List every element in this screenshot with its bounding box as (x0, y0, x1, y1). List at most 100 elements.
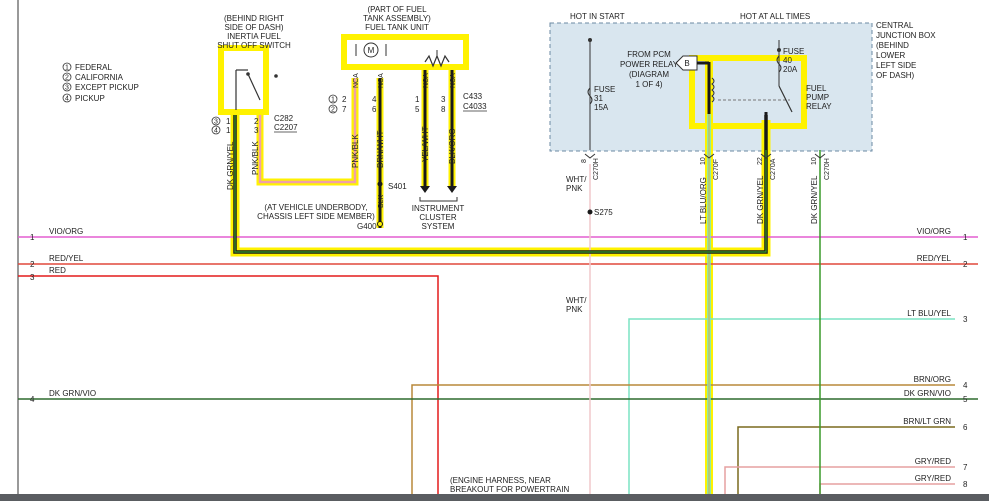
legend-pickup: PICKUP (75, 94, 105, 103)
relay-line-2: PUMP (806, 93, 829, 102)
c270h-label-b: C270H (824, 158, 831, 180)
ground-g400-label: G400 (357, 222, 377, 231)
fuel-tank-pin-b1: 7 (342, 105, 347, 114)
fuse-31-node (588, 38, 592, 42)
c270f-pin-10: 10 (700, 157, 707, 165)
right-circuit-8-label: GRY/RED (915, 474, 952, 483)
left-circuit-1-label: VIO/ORG (49, 227, 83, 236)
fuel-tank-conn-c4033: C4033 (463, 102, 487, 111)
c270f-label: C270F (713, 159, 720, 180)
inertia-wire-left-label: DK GRN/YEL (226, 141, 235, 190)
inertia-pin-right-b: 3 (254, 126, 259, 135)
right-circuit-8-num: 8 (963, 480, 968, 489)
left-circuit-4-label: DK GRN/VIO (49, 389, 96, 398)
junction-title-3: (BEHIND (876, 41, 909, 50)
fuel-tank-nca-4: NCA (450, 73, 457, 88)
legend-num-4: 4 (65, 96, 69, 103)
inertia-pin-right-a: 2 (254, 117, 259, 126)
fuel-tank-cond-a: 1 (331, 97, 335, 104)
inertia-line-1: (BEHIND RIGHT (224, 14, 284, 23)
right-circuit-5-num: 5 (963, 395, 968, 404)
fuel-tank-pin-a4: 3 (441, 95, 446, 104)
inertia-pin-left-a: 1 (226, 117, 231, 126)
left-circuit-3-num: 3 (30, 273, 35, 282)
legend-california: CALIFORNIA (75, 73, 124, 82)
right-circuit-3-num: 3 (963, 315, 968, 324)
legend-except-pickup: EXCEPT PICKUP (75, 83, 139, 92)
fuel-tank-pin-a3: 1 (415, 95, 420, 104)
c270a-label: C270A (770, 158, 777, 180)
right-circuit-7-num: 7 (963, 463, 968, 472)
legend-num-1: 1 (65, 65, 69, 72)
junction-title-2: JUNCTION BOX (876, 31, 936, 40)
harness-line-1: (ENGINE HARNESS, NEAR (450, 476, 551, 485)
fuse-31-number: 31 (594, 94, 603, 103)
pcm-line-4: 1 OF 4) (635, 80, 662, 89)
fuel-tank-pin-a2: 4 (372, 95, 377, 104)
splice-s275 (587, 209, 593, 215)
wht-pnk-top-1: WHT/ (566, 175, 587, 184)
pcm-line-1: FROM PCM (627, 50, 671, 59)
right-circuit-1-label: VIO/ORG (917, 227, 951, 236)
inertia-line-4: SHUT OFF SWITCH (217, 41, 291, 50)
right-circuit-1-num: 1 (963, 233, 968, 242)
right-circuit-5-label: DK GRN/VIO (904, 389, 951, 398)
wht-pnk-mid-1: WHT/ (566, 296, 587, 305)
inertia-conn-c282: C282 (274, 114, 294, 123)
inertia-cond-3: 3 (214, 119, 218, 126)
c270a-pin-22: 22 (757, 157, 764, 165)
inertia-line-3: INERTIA FUEL (227, 32, 281, 41)
fuse-40-number: 40 (783, 56, 792, 65)
c270h-label-a: C270H (593, 158, 600, 180)
fuel-tank-wire-brn-wht: BRN/WHT (376, 131, 385, 168)
inertia-pin-left-b: 1 (226, 126, 231, 135)
fuel-tank-line-2: TANK ASSEMBLY) (363, 14, 431, 23)
fuel-tank-pin-b3: 5 (415, 105, 420, 114)
cluster-line-3: SYSTEM (422, 222, 455, 231)
fuel-tank-pin-b4: 8 (441, 105, 446, 114)
hot-at-all-times-label: HOT AT ALL TIMES (740, 12, 810, 21)
right-circuit-3-label: LT BLU/YEL (907, 309, 951, 318)
fuel-tank-pin-a1: 2 (342, 95, 347, 104)
right-circuit-2-num: 2 (963, 260, 968, 269)
junction-title-6: OF DASH) (876, 71, 915, 80)
c270h-pin-10: 10 (811, 157, 818, 165)
left-circuit-4-num: 4 (30, 395, 35, 404)
inertia-line-2: SIDE OF DASH) (224, 23, 283, 32)
splice-s275-label: S275 (594, 208, 613, 217)
fuel-tank-pin-b2: 6 (372, 105, 377, 114)
fuse-31-rating: 15A (594, 103, 609, 112)
fuse-31-label: FUSE (594, 85, 615, 94)
c270h-pin-8: 8 (581, 159, 588, 163)
ground-line-2: CHASSIS LEFT SIDE MEMBER) (257, 212, 375, 221)
fuel-pump-motor-label: M (368, 46, 375, 55)
legend-num-2: 2 (65, 75, 69, 82)
fuel-tank-conn-c433: C433 (463, 92, 483, 101)
lt-blu-org-label: LT BLU/ORG (699, 177, 708, 224)
fuel-tank-wire-blk-org: BLK/ORG (448, 128, 457, 164)
junction-title-1: CENTRAL (876, 21, 914, 30)
fuel-tank-nca-1: NCA (353, 73, 360, 88)
inertia-pivot (246, 72, 250, 76)
cluster-line-1: INSTRUMENT (412, 204, 465, 213)
fuse-40-node (777, 48, 781, 52)
left-circuit-3-label: RED (49, 266, 66, 275)
window-bottom-edge (0, 494, 989, 501)
inertia-wire-right-label: PNK/BLK (251, 141, 260, 175)
fuel-tank-nca-2: NCA (378, 73, 385, 88)
fuel-tank-cond-b: 2 (331, 107, 335, 114)
legend-num-3: 3 (65, 85, 69, 92)
relay-line-3: RELAY (806, 102, 832, 111)
relay-line-1: FUEL (806, 84, 827, 93)
right-circuit-6-label: BRN/LT GRN (903, 417, 951, 426)
left-circuit-1-num: 1 (30, 233, 35, 242)
left-circuit-2-num: 2 (30, 260, 35, 269)
right-circuit-2-label: RED/YEL (917, 254, 952, 263)
junction-title-4: LOWER (876, 51, 906, 60)
fuel-tank-wire-pnk-blk: PNK/BLK (351, 134, 360, 168)
ground-wire-label: BLK (378, 194, 385, 208)
wht-pnk-top-2: PNK (566, 184, 583, 193)
inertia-cond-4: 4 (214, 128, 218, 135)
junction-title-5: LEFT SIDE (876, 61, 916, 70)
wiring-diagram: 1 2 3 4 FEDERAL CALIFORNIA EXCEPT PICKUP… (0, 0, 989, 501)
